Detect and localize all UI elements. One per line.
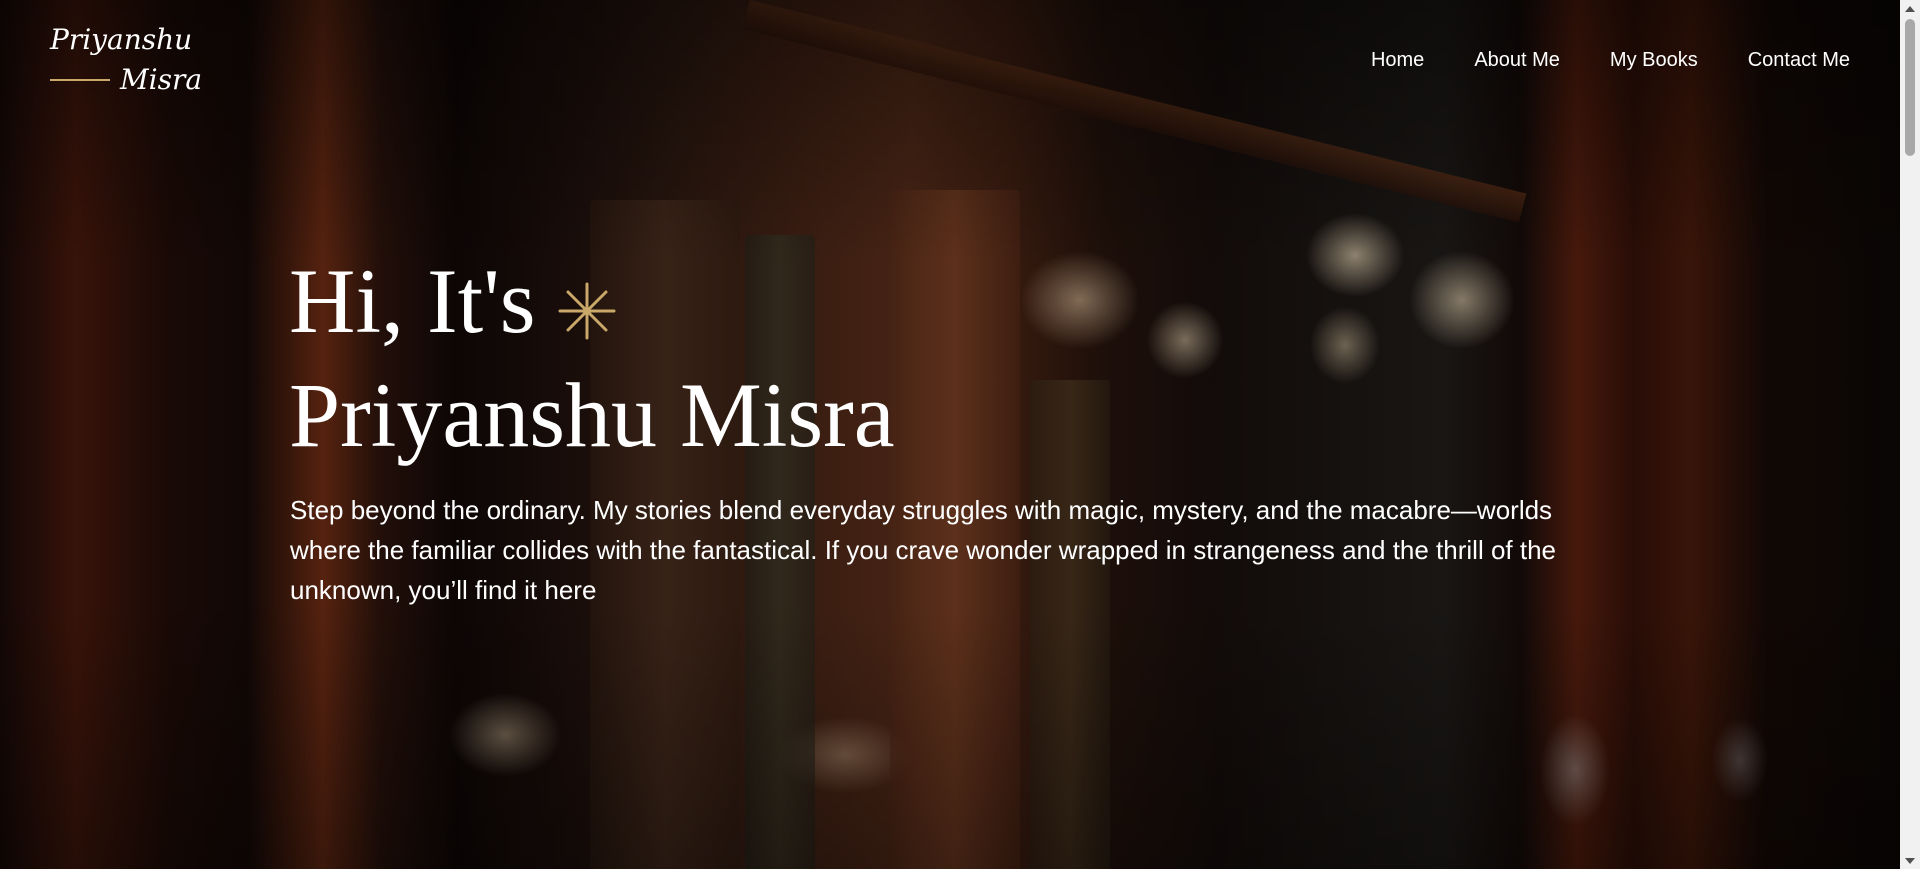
logo-first-name: Priyanshu <box>50 23 193 56</box>
scroll-up-arrow-icon[interactable] <box>1900 0 1920 17</box>
hero-description: Step beyond the ordinary. My stories ble… <box>290 495 1557 605</box>
scroll-down-arrow-icon[interactable] <box>1900 852 1920 869</box>
main-nav: Home About Me My Books Contact Me <box>1371 44 1850 76</box>
logo-dash-line <box>50 79 110 81</box>
nav-books-link[interactable]: My Books <box>1610 44 1698 76</box>
site-logo[interactable]: Priyanshu Misra <box>50 20 210 100</box>
vertical-scrollbar[interactable] <box>1900 0 1920 869</box>
hero-name: Priyanshu Misra <box>289 364 895 466</box>
hero-greeting: Hi, It's <box>289 250 536 352</box>
hero-overlay <box>0 0 1900 869</box>
nav-contact-link[interactable]: Contact Me <box>1748 44 1850 76</box>
page: Priyanshu Misra Home About Me My Books C… <box>0 0 1920 869</box>
hero-heading: Hi, It's Priyanshu Misra <box>289 248 895 468</box>
nav-home-link[interactable]: Home <box>1371 44 1424 76</box>
hero-greeting-row: Hi, It's <box>289 248 895 362</box>
nav-about-link[interactable]: About Me <box>1474 44 1560 76</box>
sparkle-icon <box>558 256 616 362</box>
logo-second-row: Misra <box>50 60 210 100</box>
logo-last-name: Misra <box>120 63 203 96</box>
scrollbar-thumb[interactable] <box>1905 19 1915 156</box>
